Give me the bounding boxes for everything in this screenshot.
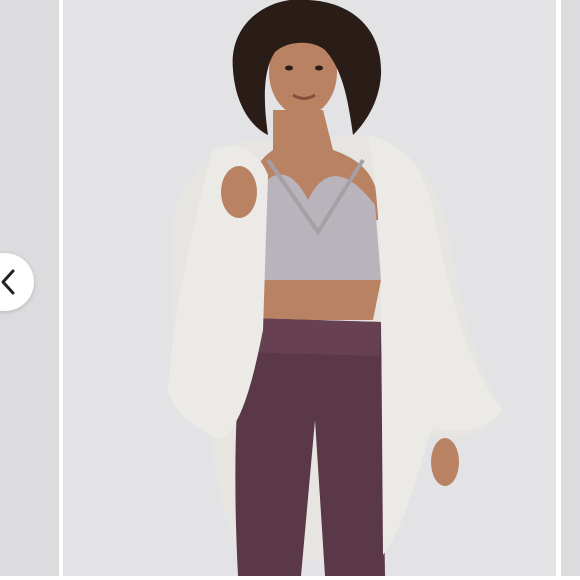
image-gallery xyxy=(0,0,580,580)
product-photo xyxy=(63,0,556,576)
chevron-left-icon xyxy=(1,269,15,295)
gallery-bottom-edge xyxy=(0,576,580,580)
next-slide-peek[interactable] xyxy=(561,0,580,576)
product-image[interactable] xyxy=(63,0,556,576)
